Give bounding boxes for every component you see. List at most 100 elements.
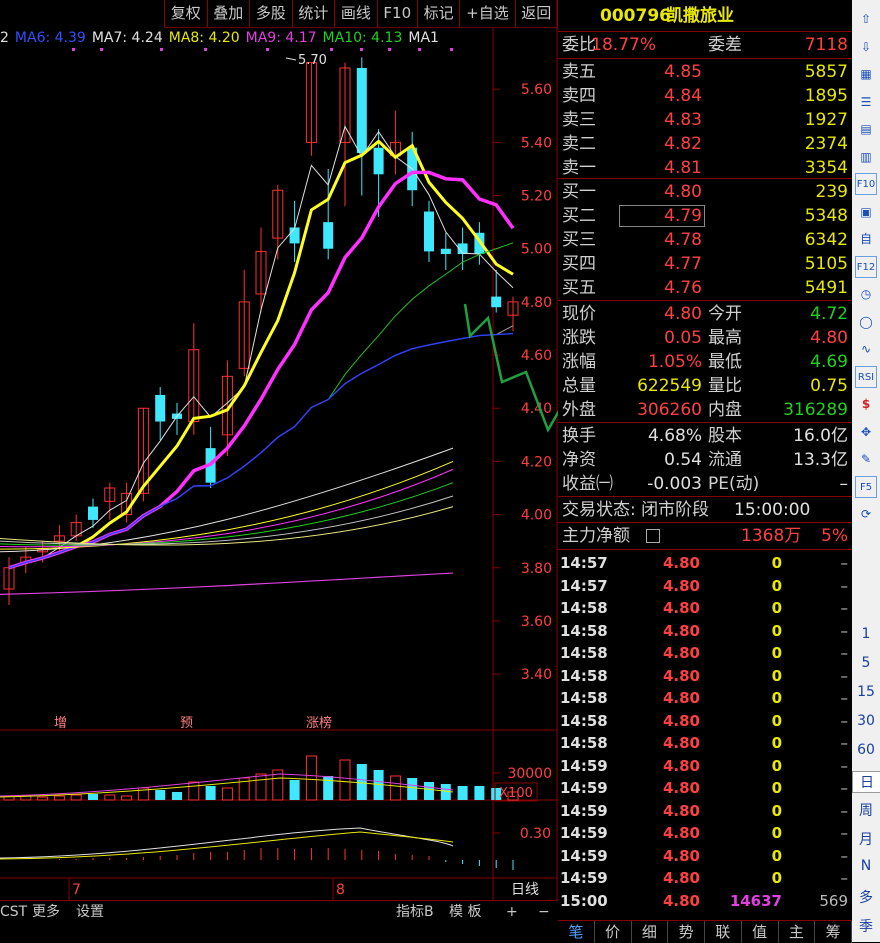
tab-7[interactable]: 筹: [815, 921, 852, 943]
tick-row: 14:57 4.80 0–: [560, 576, 848, 595]
pen-icon[interactable]: ✎: [855, 448, 877, 470]
tab-0[interactable]: 笔: [558, 921, 595, 943]
candle-body: [373, 147, 384, 175]
period-3[interactable]: 30: [852, 713, 880, 729]
stats-row: 净资 0.54 流通 13.3亿: [562, 450, 848, 470]
ma-marker-dot: [266, 48, 269, 51]
rsi-icon[interactable]: RSI: [855, 365, 877, 388]
zoom-in-button[interactable]: +: [506, 901, 518, 923]
tick-row: 15:00 4.80 14637 569: [560, 891, 848, 910]
tick-row: 14:58 4.80 0–: [560, 711, 848, 730]
tab-2[interactable]: 细: [632, 921, 669, 943]
candle-body: [440, 248, 451, 255]
volume-bar: [53, 795, 65, 801]
ma-marker-dot: [418, 48, 421, 51]
tab-4[interactable]: 联: [705, 921, 742, 943]
quote-row: 外盘 306260 内盘 316289: [562, 400, 848, 420]
period-10[interactable]: 季: [852, 916, 880, 936]
sell-row[interactable]: 卖一 4.81 3354: [558, 156, 852, 180]
f5-icon[interactable]: F5: [855, 475, 877, 498]
chart-bottom-toolbar: CST 更多 设置 指标B 模 板 + −: [0, 900, 558, 923]
tick-row: 14:59 4.80 0–: [560, 801, 848, 820]
settings-button[interactable]: 设置: [76, 901, 104, 923]
long-ma-line: [0, 447, 454, 553]
event-marker[interactable]: 增: [54, 716, 67, 731]
buy-row[interactable]: 买一 4.80 239: [558, 180, 852, 204]
chart-icon[interactable]: ▤: [855, 118, 877, 140]
ma-marker-dot: [360, 48, 363, 51]
list-icon[interactable]: [646, 529, 660, 543]
period-7[interactable]: 月: [852, 829, 880, 849]
stock-name: 凯撒旅业: [666, 6, 734, 26]
quote-panel: 000796 凯撒旅业 委比 18.77% 委差 7118 卖五 4.85 5857…: [558, 0, 852, 942]
sell-row[interactable]: 卖五 4.85 5857: [558, 60, 852, 84]
sell-row[interactable]: 卖二 4.82 2374: [558, 132, 852, 156]
volume-bar: [88, 794, 98, 800]
candle-body: [88, 506, 98, 520]
clock-icon[interactable]: ◷: [855, 283, 877, 305]
cst-button[interactable]: CST: [0, 901, 27, 923]
candle-body: [323, 222, 334, 249]
ma-marker-dot: [450, 48, 453, 51]
candle-icon[interactable]: ▥: [855, 146, 877, 168]
volume-bar: [289, 780, 300, 800]
event-marker[interactable]: 涨榜: [306, 715, 332, 731]
period-0[interactable]: 1: [852, 626, 880, 642]
sell-row[interactable]: 卖三 4.83 1927: [558, 108, 852, 132]
period-8[interactable]: N: [852, 858, 880, 874]
calendar-icon[interactable]: ▣: [855, 201, 877, 223]
period-6[interactable]: 周: [852, 800, 880, 820]
price-tick: 5.40: [521, 135, 552, 151]
buy-row[interactable]: 买四 4.77 5105: [558, 252, 852, 276]
period-4[interactable]: 60: [852, 742, 880, 758]
tick-row: 14:58 4.80 0–: [560, 689, 848, 707]
grid-icon[interactable]: ▦: [855, 63, 877, 85]
volume-bar: [339, 759, 351, 801]
circle-icon[interactable]: ◯: [855, 311, 877, 333]
period-2[interactable]: 15: [852, 684, 880, 700]
quote-row: 涨跌 0.05 最高 4.80: [562, 328, 848, 348]
zoom-out-button[interactable]: −: [538, 901, 550, 923]
price-tick: 5.60: [521, 82, 552, 98]
period-label[interactable]: 日线: [511, 882, 539, 898]
price-tick: 4.60: [521, 348, 552, 364]
tab-6[interactable]: 主: [779, 921, 816, 943]
refresh-icon[interactable]: ⟳: [855, 503, 877, 525]
macd-tick: 0.30: [520, 826, 551, 842]
period-1[interactable]: 5: [852, 655, 880, 671]
list-icon[interactable]: ☰: [855, 91, 877, 113]
event-marker[interactable]: 预: [180, 716, 193, 731]
price-tick: 4.20: [521, 454, 552, 470]
drawn-trend-line: [463, 303, 558, 433]
volume-unit: X100: [499, 786, 533, 801]
buy-row[interactable]: 买二 4.79 5348: [558, 204, 852, 228]
quote-row: 现价 4.80 今开 4.72: [562, 304, 848, 324]
price-tick: 3.80: [521, 561, 552, 577]
indicator-b-button[interactable]: 指标B: [396, 901, 434, 923]
tab-3[interactable]: 势: [668, 921, 705, 943]
macd-line: [0, 827, 454, 859]
tab-1[interactable]: 价: [595, 921, 632, 943]
buy-row[interactable]: 买三 4.78 6342: [558, 228, 852, 252]
tab-5[interactable]: 值: [742, 921, 779, 943]
buy-row[interactable]: 买五 4.76 5491: [558, 276, 852, 300]
candle-body: [155, 394, 166, 422]
more-button[interactable]: 更多: [32, 901, 60, 923]
price-tick: 5.20: [521, 189, 552, 205]
down-arrow-icon[interactable]: ⇩: [855, 36, 877, 58]
self-icon[interactable]: 自: [855, 228, 877, 250]
volume-bar: [255, 773, 267, 801]
period-9[interactable]: 多: [852, 887, 880, 907]
sell-row[interactable]: 卖四 4.84 1895: [558, 84, 852, 108]
move-icon[interactable]: ✥: [855, 421, 877, 443]
volume-bar: [155, 790, 166, 800]
up-arrow-icon[interactable]: ⇧: [855, 8, 877, 30]
dollar-icon[interactable]: $: [855, 393, 877, 415]
template-button[interactable]: 模 板: [449, 901, 481, 923]
tick-row: 14:59 4.80 0–: [560, 779, 848, 797]
ma-marker-dot: [72, 48, 75, 51]
f12-icon[interactable]: F12: [855, 255, 877, 278]
wave-icon[interactable]: ∿: [855, 338, 877, 360]
f10-icon[interactable]: F10: [855, 173, 877, 195]
period-5[interactable]: 日: [852, 771, 880, 793]
